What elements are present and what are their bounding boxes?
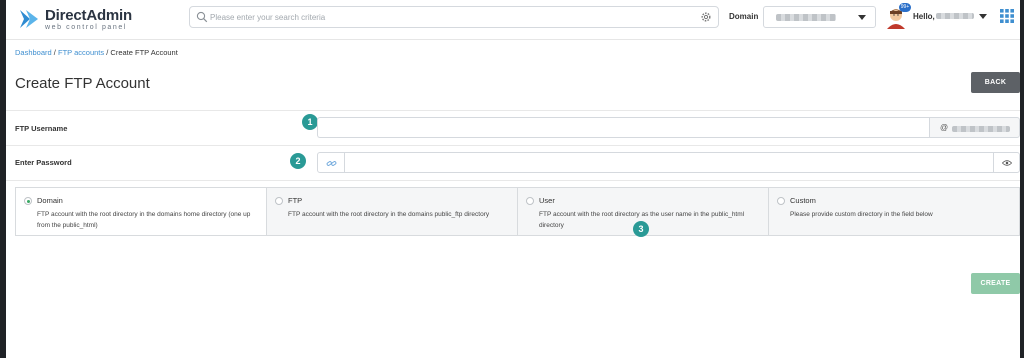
back-button[interactable]: BACK [971, 72, 1020, 93]
gear-icon[interactable] [700, 11, 712, 23]
breadcrumb-separator: / [53, 48, 56, 57]
option-description: FTP account with the root directory in t… [288, 211, 490, 218]
divider [6, 145, 1020, 146]
option-description: FTP account with the root directory in t… [37, 211, 251, 229]
radio-domain[interactable] [24, 197, 32, 205]
directory-options: Domain FTP account with the root directo… [15, 187, 1020, 236]
app-window: DirectAdmin web control panel Domain [0, 0, 1024, 358]
option-description: Please provide custom directory in the f… [790, 211, 933, 218]
option-domain[interactable]: Domain FTP account with the root directo… [16, 188, 266, 235]
username-redacted[interactable] [936, 13, 974, 19]
at-sign: @ [940, 123, 949, 132]
search-icon [196, 11, 208, 23]
breadcrumb-dashboard[interactable]: Dashboard [15, 48, 52, 57]
brand-title: DirectAdmin [45, 7, 132, 24]
notification-badge: 99+ [899, 3, 911, 12]
option-title: User [539, 196, 555, 205]
right-edge [1020, 0, 1024, 358]
search-box [189, 6, 719, 28]
show-password-button[interactable] [993, 152, 1020, 173]
step-marker-2: 2 [290, 153, 306, 169]
breadcrumb-separator: / [106, 48, 109, 57]
ftp-username-label: FTP Username [15, 124, 68, 133]
breadcrumb: Dashboard / FTP accounts / Create FTP Ac… [15, 48, 178, 57]
link-icon [326, 161, 337, 166]
option-title: FTP [288, 196, 303, 205]
radio-user[interactable] [526, 197, 534, 205]
option-description: FTP account with the root directory as t… [539, 211, 745, 229]
domain-label: Domain [729, 12, 759, 21]
domain-value-redacted [776, 14, 836, 21]
radio-ftp[interactable] [275, 197, 283, 205]
apps-grid-icon[interactable] [1000, 9, 1014, 23]
option-ftp[interactable]: FTP FTP account with the root directory … [266, 188, 517, 235]
step-marker-1: 1 [302, 114, 318, 130]
domain-suffix-redacted [952, 126, 1010, 132]
chevron-down-icon [858, 15, 866, 20]
divider [6, 110, 1020, 111]
eye-icon [1002, 160, 1012, 166]
step-marker-3: 3 [633, 221, 649, 237]
create-button[interactable]: CREATE [971, 273, 1020, 294]
option-custom[interactable]: Custom Please provide custom directory i… [768, 188, 1019, 235]
ftp-username-input[interactable] [317, 117, 929, 138]
password-input[interactable] [345, 152, 993, 173]
page-title: Create FTP Account [15, 75, 150, 92]
left-edge [0, 0, 6, 358]
brand-logo[interactable]: DirectAdmin web control panel [18, 6, 148, 34]
option-title: Custom [790, 196, 816, 205]
brand-subtitle: web control panel [45, 24, 128, 31]
breadcrumb-current: Create FTP Account [110, 48, 178, 57]
password-label: Enter Password [15, 158, 72, 167]
hello-label: Hello, [913, 12, 935, 21]
domain-select[interactable] [763, 6, 876, 28]
directadmin-logo-icon [20, 10, 38, 28]
chevron-down-icon[interactable] [979, 14, 987, 19]
domain-suffix-addon: @ [929, 117, 1020, 138]
top-header: DirectAdmin web control panel Domain [6, 0, 1020, 40]
radio-custom[interactable] [777, 197, 785, 205]
search-input[interactable] [210, 8, 690, 26]
option-title: Domain [37, 196, 63, 205]
divider [6, 180, 1020, 181]
breadcrumb-ftp-accounts[interactable]: FTP accounts [58, 48, 104, 57]
generate-password-button[interactable] [317, 152, 345, 173]
